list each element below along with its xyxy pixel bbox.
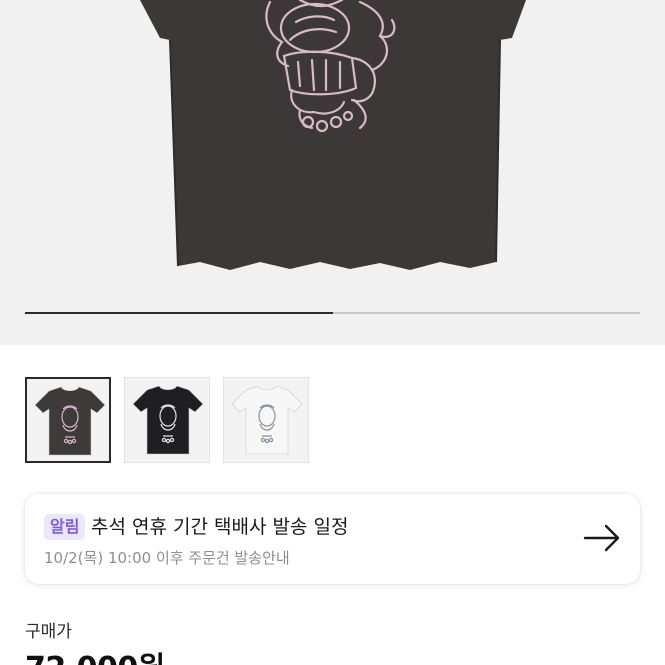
- gallery-progress-fill: [25, 312, 333, 314]
- gallery-progress-track[interactable]: [25, 312, 640, 314]
- notice-badge: 알림: [44, 514, 86, 540]
- arrow-right-icon[interactable]: [582, 523, 622, 553]
- thumbnail-black-tee[interactable]: [124, 377, 210, 463]
- thumbnail-charcoal-tee[interactable]: [25, 377, 111, 463]
- tshirt-icon: [231, 385, 303, 455]
- price-value: 72,000원: [25, 643, 165, 665]
- notice-title: 추석 연휴 기간 택배사 발송 일정: [91, 516, 349, 538]
- notice-banner[interactable]: 알림 추석 연휴 기간 택배사 발송 일정 10/2(목) 10:00 이후 주…: [25, 494, 640, 584]
- thumbnail-strip: [25, 377, 309, 463]
- tshirt-icon: [132, 385, 204, 455]
- price-label: 구매가: [25, 622, 72, 642]
- notice-subtitle: 10/2(목) 10:00 이후 주문건 발송안내: [44, 549, 290, 567]
- product-photo-charcoal-tee: [140, 0, 526, 270]
- product-image-gallery[interactable]: [0, 0, 665, 345]
- thumbnail-white-tee[interactable]: [223, 377, 309, 463]
- tshirt-icon: [34, 386, 106, 456]
